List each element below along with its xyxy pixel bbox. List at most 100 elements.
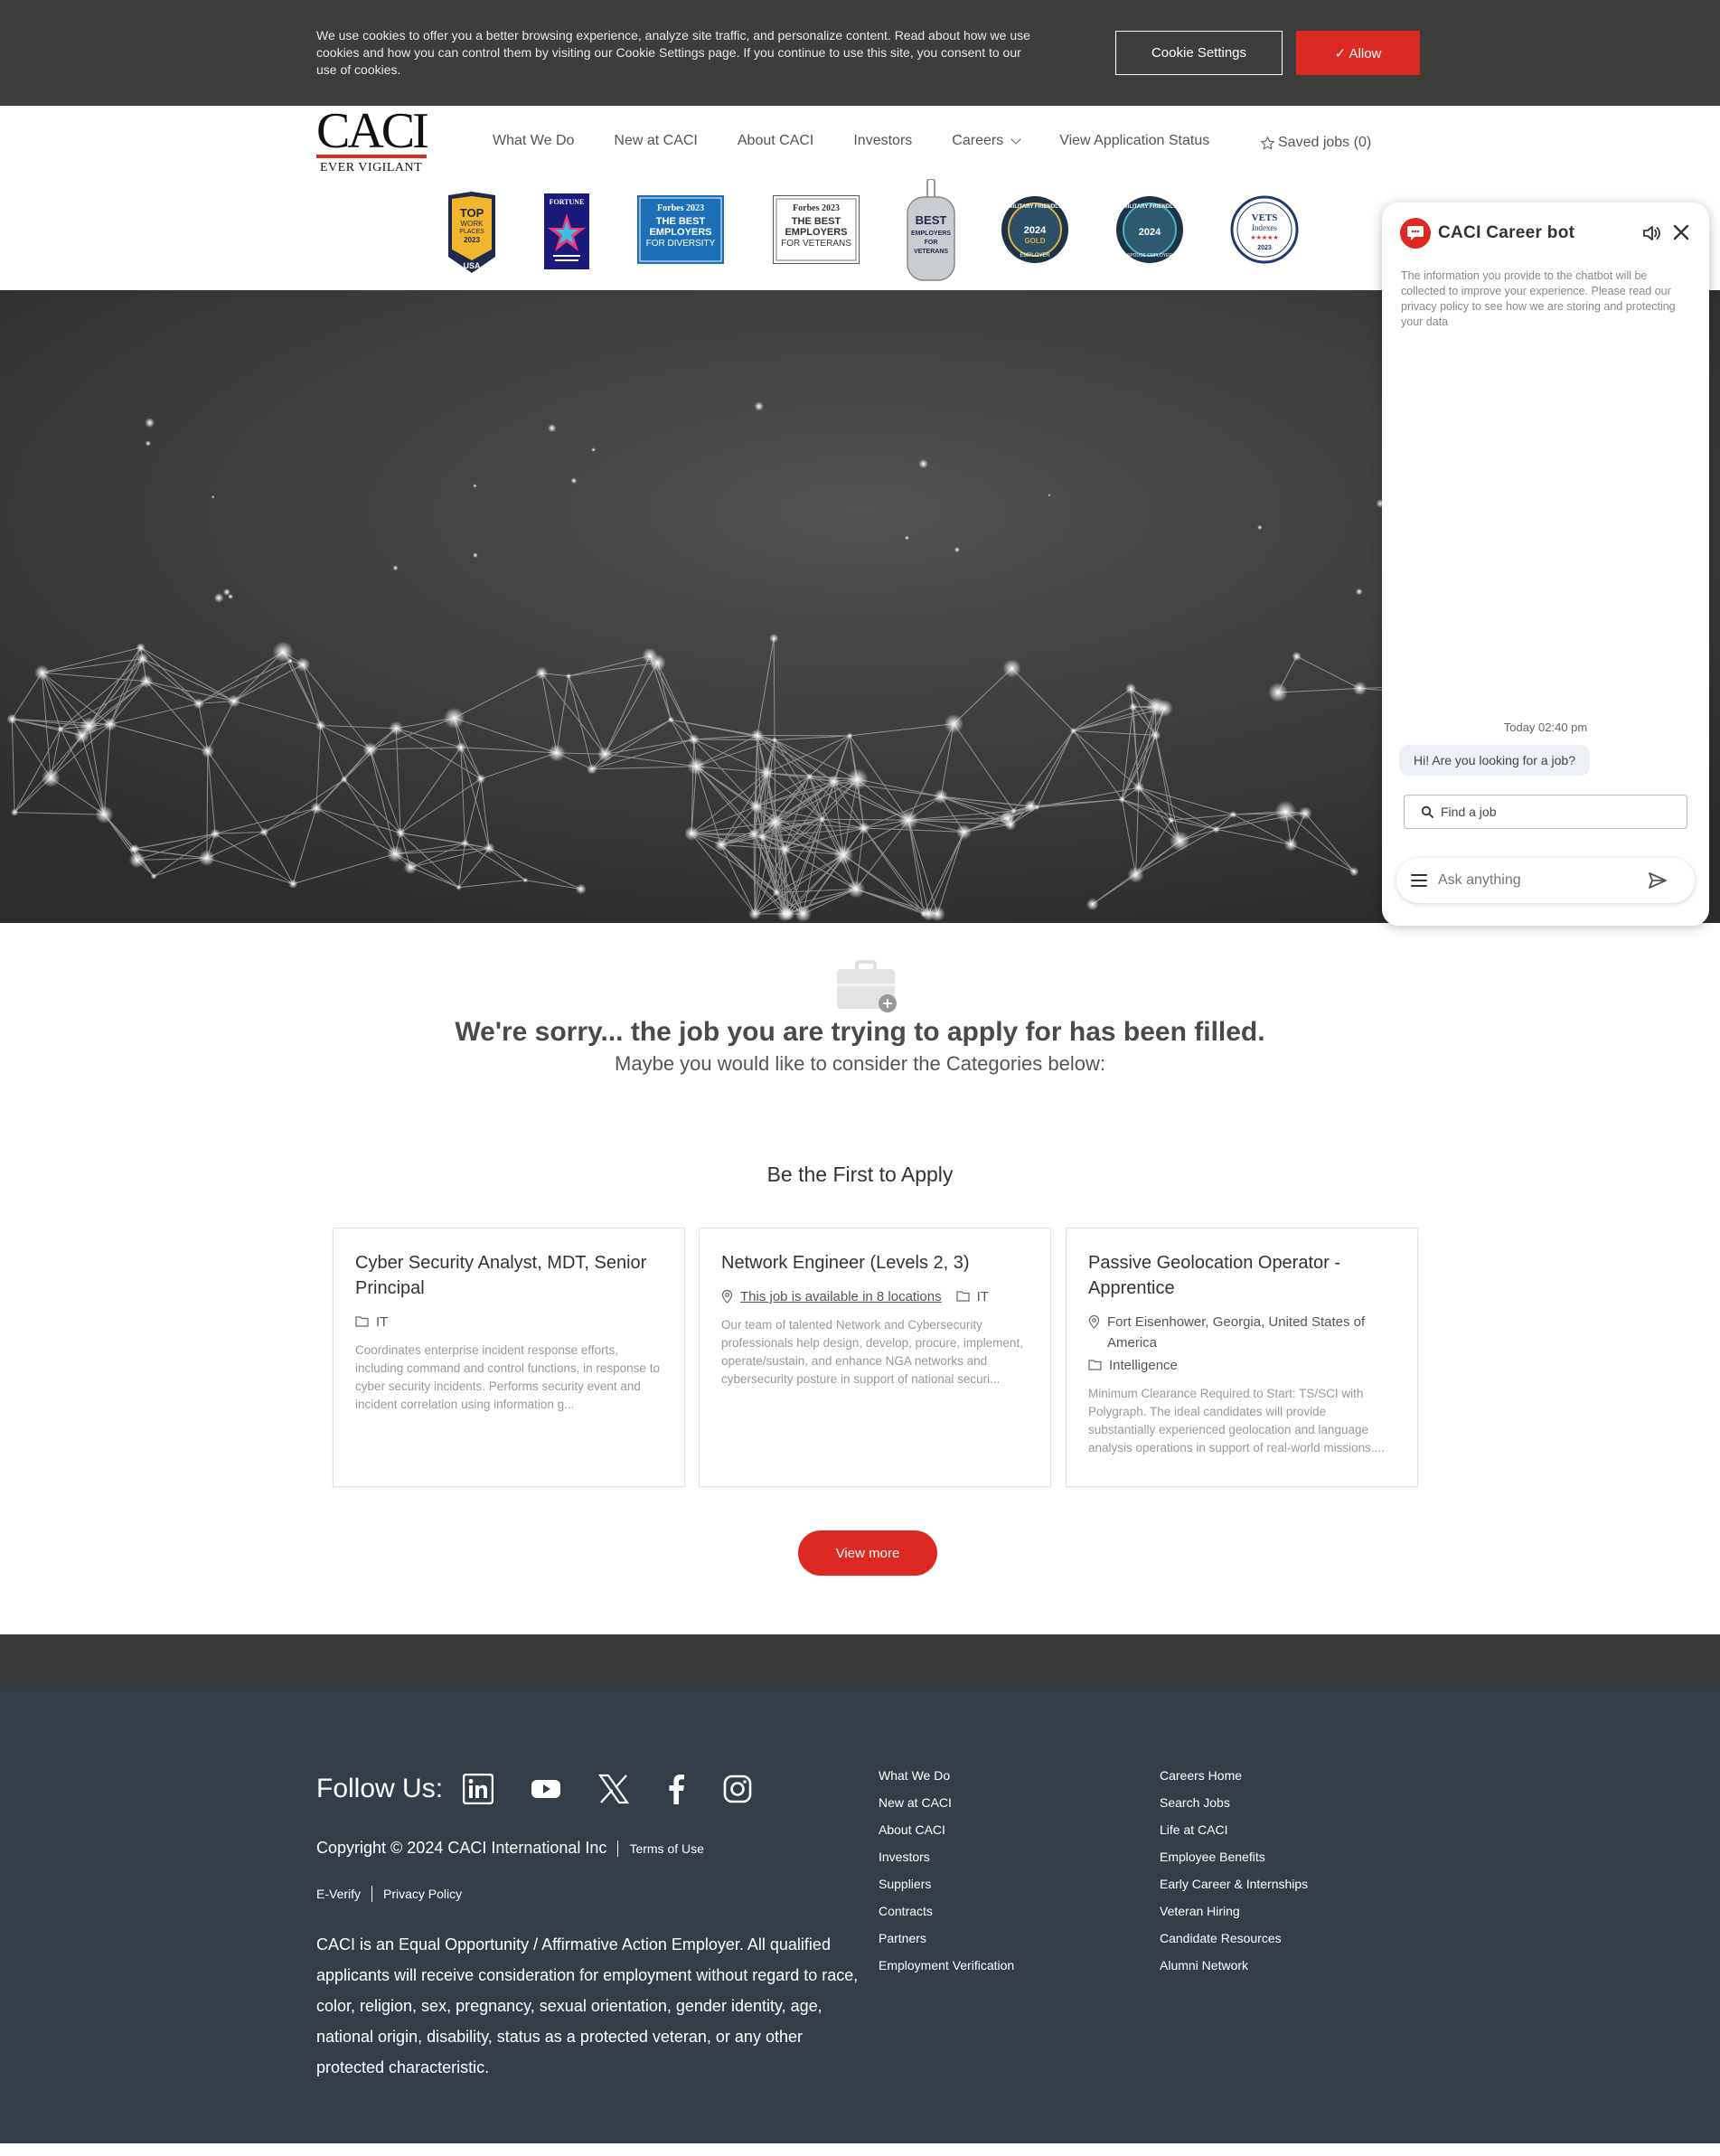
footer-link[interactable]: Early Career & Internships [1160, 1876, 1308, 1903]
badge-text: FORTUNE [550, 198, 585, 206]
badge-text: USA [463, 261, 481, 270]
view-more-button[interactable]: View more [798, 1530, 937, 1576]
caci-logo[interactable]: CACI EVER VIGILANT [316, 106, 429, 176]
nav-about-caci[interactable]: About CACI [738, 133, 813, 149]
nav-view-application-status[interactable]: View Application Status [1059, 133, 1209, 149]
network-node [548, 744, 566, 762]
job-title[interactable]: Passive Geolocation Operator - Apprentic… [1088, 1250, 1396, 1301]
chatbot-header: CACI Career bot [1400, 218, 1574, 249]
job-meta-row: This job is available in 8 locations IT [721, 1286, 1029, 1307]
job-card[interactable]: Cyber Security Analyst, MDT, Senior Prin… [333, 1228, 685, 1487]
network-node [1292, 651, 1302, 662]
network-node [193, 698, 204, 710]
network-node [846, 768, 869, 790]
job-title[interactable]: Network Engineer (Levels 2, 3) [721, 1250, 1029, 1276]
allow-cookies-button[interactable]: ✓ Allow [1296, 31, 1420, 75]
footer-link[interactable]: Search Jobs [1160, 1794, 1308, 1822]
chat-timestamp: Today 02:40 pm [1503, 720, 1588, 734]
network-node [227, 694, 240, 708]
job-filled-title: We're sorry... the job you are trying to… [455, 1017, 1265, 1047]
footer-link[interactable]: Life at CACI [1160, 1822, 1308, 1849]
forbes-veterans-badge: Forbes 2023 THE BEST EMPLOYERS FOR VETER… [773, 195, 860, 264]
youtube-icon[interactable] [531, 1778, 561, 1800]
network-node [687, 757, 706, 776]
facebook-icon[interactable] [667, 1774, 685, 1804]
job-description: Coordinates enterprise incident response… [355, 1343, 660, 1411]
fortune-badge: FORTUNE [544, 193, 589, 269]
job-category: IT [355, 1312, 663, 1332]
privacy-link[interactable]: Privacy Policy [383, 1887, 462, 1901]
military-friendly-badge: MILITARY FRIENDLY 2024 GOLD EMPLOYER [1001, 196, 1068, 263]
speaker-icon[interactable] [1641, 224, 1661, 242]
footer-link[interactable]: Investors [879, 1849, 1014, 1876]
job-card[interactable]: Passive Geolocation Operator - Apprentic… [1066, 1228, 1418, 1487]
network-node [198, 850, 215, 867]
chatbot-disclaimer: The information you provide to the chatb… [1401, 269, 1676, 328]
network-node [310, 802, 323, 814]
footer-link[interactable]: Contracts [879, 1903, 1014, 1930]
network-node [150, 872, 157, 880]
everify-link[interactable]: E-Verify [316, 1887, 361, 1901]
job-card[interactable]: Network Engineer (Levels 2, 3) This job … [699, 1228, 1051, 1487]
linkedin-icon[interactable] [463, 1774, 494, 1804]
send-icon[interactable] [1648, 871, 1668, 890]
nav-label: View Application Status [1059, 133, 1210, 148]
badge-text: BEST [916, 213, 947, 227]
footer-link[interactable]: Employee Benefits [1160, 1849, 1308, 1876]
footer-link[interactable]: What We Do [879, 1767, 1014, 1794]
network-node [1128, 702, 1138, 711]
follow-label: Follow Us: [316, 1774, 444, 1803]
job-title[interactable]: Cyber Security Analyst, MDT, Senior Prin… [355, 1250, 663, 1301]
badge-text: EMPLOYERS [785, 227, 847, 238]
network-node [139, 674, 154, 689]
badge-text: EMPLOYERS [649, 227, 711, 238]
location-pin-icon [1088, 1315, 1100, 1329]
network-node [443, 707, 465, 729]
network-node [80, 717, 99, 736]
footer-link[interactable]: About CACI [879, 1822, 1014, 1849]
nav-careers[interactable]: Careers [952, 133, 1021, 149]
network-node [522, 877, 529, 883]
network-node [10, 808, 19, 816]
footer-link[interactable]: New at CACI [879, 1794, 1014, 1822]
section-title: Be the First to Apply [766, 1163, 954, 1186]
menu-icon[interactable] [1411, 873, 1427, 888]
badge-text: 2023 [464, 236, 480, 244]
terms-link[interactable]: Terms of Use [629, 1841, 703, 1856]
footer-link[interactable]: Partners [879, 1930, 1014, 1957]
x-icon[interactable] [598, 1774, 630, 1804]
footer-link[interactable]: Alumni Network [1160, 1957, 1308, 1984]
network-node [772, 889, 781, 897]
network-link [691, 833, 755, 835]
job-description: Minimum Clearance Required to Start: TS/… [1088, 1387, 1385, 1455]
network-node [57, 725, 64, 732]
saved-jobs-link[interactable]: Saved jobs (0) [1260, 135, 1371, 151]
network-node [944, 713, 963, 734]
network-node [403, 861, 418, 874]
find-job-button[interactable]: Find a job [1404, 795, 1687, 829]
badge-text: THE BEST [656, 216, 706, 227]
footer-link[interactable]: Suppliers [879, 1876, 1014, 1903]
job-location: Fort Eisenhower, Georgia, United States … [1088, 1312, 1396, 1353]
chat-input[interactable] [1438, 872, 1637, 889]
network-node [1352, 681, 1368, 696]
footer-link[interactable]: Employment Verification [879, 1957, 1014, 1984]
nav-new-at-caci[interactable]: New at CACI [614, 133, 697, 149]
network-node [473, 484, 477, 488]
footer-link[interactable]: Candidate Resources [1160, 1930, 1308, 1957]
network-node [1170, 831, 1190, 852]
network-node [933, 789, 949, 805]
network-node [473, 552, 478, 559]
footer-link[interactable]: Veteran Hiring [1160, 1903, 1308, 1930]
network-node [904, 535, 909, 541]
cookie-banner: We use cookies to offer you a better bro… [0, 0, 1720, 106]
nav-investors[interactable]: Investors [853, 133, 912, 149]
network-node [846, 732, 853, 739]
close-icon[interactable] [1672, 223, 1690, 241]
network-node [1150, 730, 1161, 741]
cookie-settings-button[interactable]: Cookie Settings [1115, 31, 1283, 75]
footer-link[interactable]: Careers Home [1160, 1767, 1308, 1794]
job-locations-link[interactable]: This job is available in 8 locations [740, 1286, 942, 1307]
nav-what-we-do[interactable]: What We Do [493, 133, 574, 149]
instagram-icon[interactable] [723, 1775, 752, 1803]
